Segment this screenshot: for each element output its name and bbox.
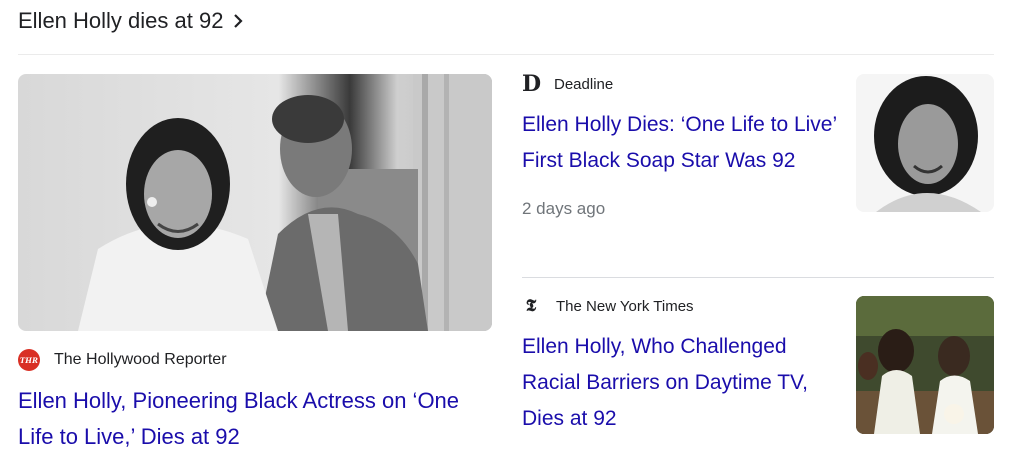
side-story-deadline[interactable]: D Deadline Ellen Holly Dies: ‘One Life t… xyxy=(522,71,994,219)
source-name: The New York Times xyxy=(556,297,694,315)
story-header[interactable]: Ellen Holly dies at 92 xyxy=(18,4,244,38)
side-story-headline[interactable]: Ellen Holly, Who Challenged Racial Barri… xyxy=(522,329,842,437)
story-timestamp: 2 days ago xyxy=(522,199,606,218)
main-story-card[interactable]: THR The Hollywood Reporter Ellen Holly, … xyxy=(18,74,492,455)
main-story-image[interactable] xyxy=(18,74,492,331)
side-story-nyt[interactable]: 𝕿 The New York Times Ellen Holly, Who Ch… xyxy=(522,296,994,437)
chevron-right-icon xyxy=(232,13,244,29)
deadline-logo-icon: D xyxy=(522,71,542,97)
story-divider xyxy=(522,277,994,278)
main-story-headline[interactable]: Ellen Holly, Pioneering Black Actress on… xyxy=(18,383,492,455)
hollywood-reporter-logo-icon: THR xyxy=(18,349,40,371)
source-name: The Hollywood Reporter xyxy=(54,351,227,368)
story-title: Ellen Holly dies at 92 xyxy=(18,8,224,33)
side-story-source: D Deadline xyxy=(522,71,842,97)
nyt-logo-icon: 𝕿 xyxy=(525,296,537,316)
side-story-thumbnail[interactable] xyxy=(856,296,994,434)
main-story-source: THR The Hollywood Reporter xyxy=(18,349,492,371)
side-story-source: 𝕿 The New York Times xyxy=(522,296,842,316)
side-story-thumbnail[interactable] xyxy=(856,74,994,212)
header-divider xyxy=(18,54,994,55)
side-story-headline[interactable]: Ellen Holly Dies: ‘One Life to Live’ Fir… xyxy=(522,107,842,179)
source-name: Deadline xyxy=(554,75,614,93)
